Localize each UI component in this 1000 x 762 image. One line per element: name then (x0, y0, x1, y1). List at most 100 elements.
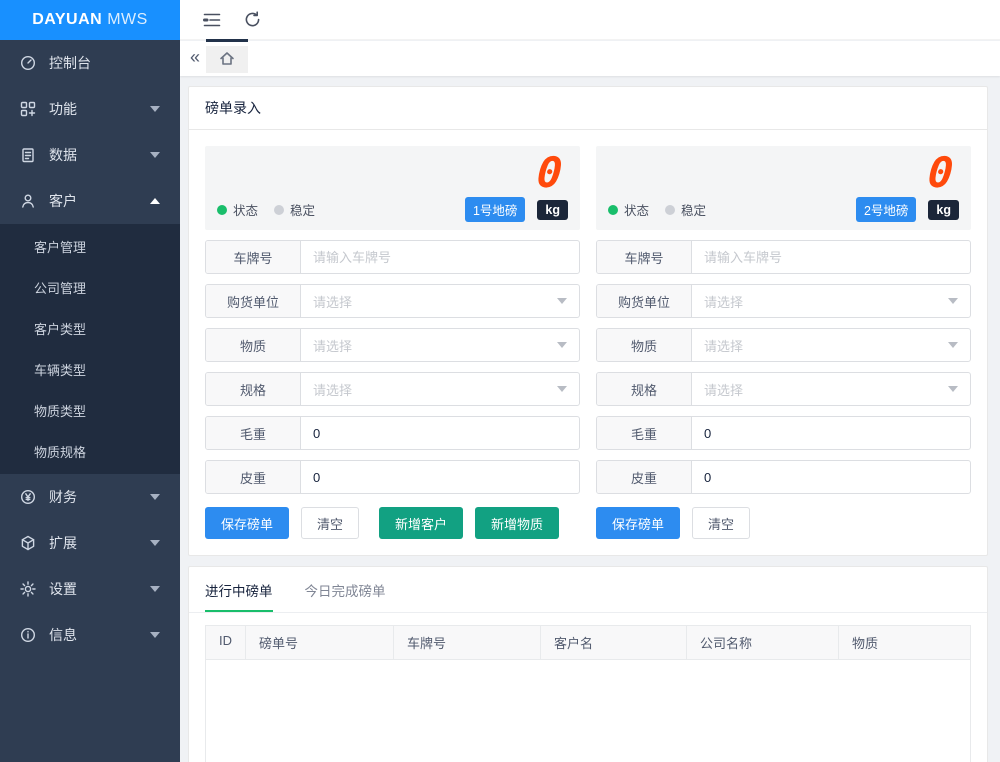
chevron-down-icon (948, 342, 958, 348)
save-weigh-slip-button[interactable]: 保存磅单 (596, 507, 680, 539)
sidebar-item-label: 功能 (49, 99, 150, 119)
material-row: 物质 请选择 (205, 328, 580, 362)
collapse-sidebar-icon[interactable] (192, 0, 232, 40)
scale-2-badge: 2号地磅 (856, 197, 916, 222)
sidebar-item-label: 客户 (49, 191, 150, 211)
chevron-down-icon (150, 494, 160, 500)
gross-label: 毛重 (597, 417, 692, 449)
records-table: ID 磅单号 车牌号 客户名 公司名称 物质 (205, 625, 971, 762)
scale-2-gross-input[interactable] (692, 417, 970, 449)
app-logo[interactable]: DAYUAN MWS (0, 0, 180, 40)
unit-badge: kg (928, 200, 959, 220)
sidebar-item-material-type[interactable]: 物质类型 (0, 390, 180, 431)
chevron-down-icon (948, 386, 958, 392)
sidebar-item-customers[interactable]: 客户 (0, 178, 180, 224)
sidebar-item-label: 信息 (49, 625, 150, 645)
chevron-down-icon (150, 632, 160, 638)
clear-button[interactable]: 清空 (692, 507, 750, 539)
col-plate-number: 车牌号 (394, 626, 541, 659)
buyer-row: 购货单位 请选择 (596, 284, 971, 318)
brand-secondary: MWS (107, 11, 148, 29)
sidebar-item-customer-type[interactable]: 客户类型 (0, 308, 180, 349)
gross-row: 毛重 (596, 416, 971, 450)
scale-2-tare-input[interactable] (692, 461, 970, 493)
sidebar-item-settings[interactable]: 设置 (0, 566, 180, 612)
buyer-row: 购货单位 请选择 (205, 284, 580, 318)
material-label: 物质 (597, 329, 692, 361)
plate-label: 车牌号 (206, 241, 301, 273)
add-material-button[interactable]: 新增物质 (475, 507, 559, 539)
scale-1-badge: 1号地磅 (465, 197, 525, 222)
scale-1-tare-input[interactable] (301, 461, 579, 493)
col-customer-name: 客户名 (541, 626, 687, 659)
plate-row: 车牌号 (205, 240, 580, 274)
tare-row: 皮重 (205, 460, 580, 494)
col-id: ID (206, 626, 246, 659)
stable-label: 稳定 (681, 200, 706, 219)
sidebar-item-info[interactable]: 信息 (0, 612, 180, 658)
sidebar-item-extensions[interactable]: 扩展 (0, 520, 180, 566)
sidebar-item-functions[interactable]: 功能 (0, 86, 180, 132)
tag-navigation-bar: « (180, 41, 1000, 76)
sidebar-item-finance[interactable]: 财务 (0, 474, 180, 520)
sidebar-item-material-spec[interactable]: 物质规格 (0, 431, 180, 472)
tab-inprogress-slips[interactable]: 进行中磅单 (205, 567, 273, 612)
apps-icon (20, 101, 36, 117)
tab-completed-today-slips[interactable]: 今日完成磅单 (305, 567, 386, 612)
tags-collapse-icon[interactable]: « (186, 48, 206, 69)
sidebar-item-vehicle-type[interactable]: 车辆类型 (0, 349, 180, 390)
sidebar-item-label: 控制台 (49, 53, 160, 73)
sidebar-item-data[interactable]: 数据 (0, 132, 180, 178)
scale-2-weight-readout: 0 (926, 152, 960, 194)
chevron-down-icon (557, 342, 567, 348)
info-icon (20, 627, 36, 643)
sidebar-item-console[interactable]: 控制台 (0, 40, 180, 86)
scale-1-column: 0 状态 稳定 1号地磅 kg 车牌号 购货单 (205, 146, 580, 539)
scale-1-plate-input[interactable] (301, 241, 579, 273)
scale-1-spec-select[interactable]: 请选择 (301, 373, 579, 405)
scale-2-spec-select[interactable]: 请选择 (692, 373, 970, 405)
stable-dot-gray (274, 205, 284, 215)
table-body-empty (206, 660, 970, 762)
extension-icon (20, 535, 36, 551)
scale-2-plate-input[interactable] (692, 241, 970, 273)
tare-label: 皮重 (206, 461, 301, 493)
sidebar-item-company-management[interactable]: 公司管理 (0, 267, 180, 308)
clear-button[interactable]: 清空 (301, 507, 359, 539)
scale-1-gross-input[interactable] (301, 417, 579, 449)
customer-submenu: 客户管理 公司管理 客户类型 车辆类型 物质类型 物质规格 (0, 224, 180, 474)
weigh-records-panel: 进行中磅单 今日完成磅单 ID 磅单号 车牌号 客户名 公司名称 物质 (188, 566, 988, 762)
tare-row: 皮重 (596, 460, 971, 494)
sidebar-item-label: 数据 (49, 145, 150, 165)
chevron-down-icon (557, 298, 567, 304)
tab-home[interactable] (206, 46, 248, 73)
table-header-row: ID 磅单号 车牌号 客户名 公司名称 物质 (206, 626, 970, 660)
scale-1-display: 0 状态 稳定 1号地磅 kg (205, 146, 580, 230)
spec-label: 规格 (597, 373, 692, 405)
status-label: 状态 (624, 200, 649, 219)
chevron-down-icon (150, 152, 160, 158)
status-dot-green (608, 205, 618, 215)
scale-2-column: 0 状态 稳定 2号地磅 kg 车牌号 购货单 (596, 146, 971, 539)
chevron-down-icon (150, 586, 160, 592)
main-content: 磅单录入 0 状态 稳定 1号地磅 kg 车牌 (180, 76, 1000, 762)
sidebar: DAYUAN MWS 控制台 功能 数据 客户 客户管理 公司管理 客户类型 车… (0, 0, 180, 762)
refresh-icon[interactable] (232, 0, 272, 40)
scale-1-material-select[interactable]: 请选择 (301, 329, 579, 361)
sidebar-item-customer-management[interactable]: 客户管理 (0, 226, 180, 267)
material-row: 物质 请选择 (596, 328, 971, 362)
save-weigh-slip-button[interactable]: 保存磅单 (205, 507, 289, 539)
tare-label: 皮重 (597, 461, 692, 493)
records-tabs: 进行中磅单 今日完成磅单 (189, 567, 987, 613)
scale-2-buyer-select[interactable]: 请选择 (692, 285, 970, 317)
scale-2-display: 0 状态 稳定 2号地磅 kg (596, 146, 971, 230)
scale-2-material-select[interactable]: 请选择 (692, 329, 970, 361)
add-customer-button[interactable]: 新增客户 (379, 507, 463, 539)
spec-row: 规格 请选择 (596, 372, 971, 406)
chevron-down-icon (150, 540, 160, 546)
weigh-entry-panel: 磅单录入 0 状态 稳定 1号地磅 kg 车牌 (188, 86, 988, 556)
sidebar-item-label: 财务 (49, 487, 150, 507)
scale-1-buyer-select[interactable]: 请选择 (301, 285, 579, 317)
chevron-up-icon (150, 198, 160, 204)
spec-row: 规格 请选择 (205, 372, 580, 406)
